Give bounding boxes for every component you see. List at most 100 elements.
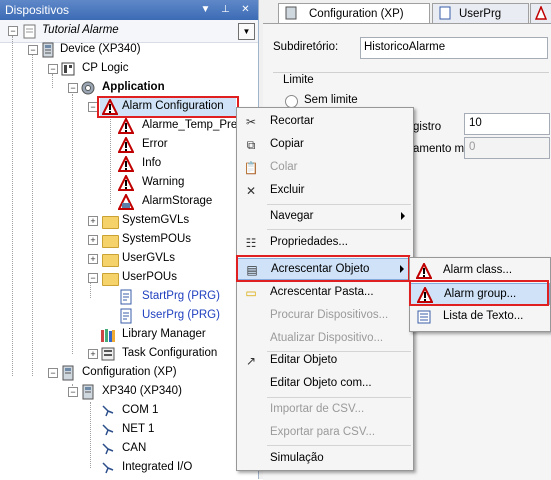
edit-icon: ↗	[245, 354, 257, 368]
tree-node-project[interactable]: − Tutorial Alarme	[4, 22, 244, 40]
pin-icon[interactable]: ⊥	[218, 2, 233, 17]
delete-icon: ✕	[245, 184, 257, 198]
alarm-warning-icon	[118, 137, 134, 153]
tree-node-alarm-configuration[interactable]: − Alarm Configuration	[84, 98, 244, 116]
collapse-icon[interactable]: −	[88, 273, 98, 283]
menu-item-copy[interactable]: ⧉ Copiar	[237, 134, 413, 156]
subdir-field[interactable]: HistoricoAlarme	[360, 37, 548, 59]
tree-node-user-prg[interactable]: UserPrg (PRG)	[118, 307, 238, 325]
alarm-warning-icon	[417, 287, 433, 303]
tree-node-task-configuration[interactable]: + Task Configuration	[84, 345, 244, 363]
collapse-icon[interactable]: −	[68, 387, 78, 397]
tree-node-warning[interactable]: Warning	[118, 174, 238, 192]
tree-node-user-pous[interactable]: − UserPOUs	[84, 269, 244, 287]
menu-item-text-list[interactable]: Lista de Texto...	[410, 306, 550, 328]
tree-label: Integrated I/O	[122, 461, 193, 473]
menu-item-paste[interactable]: 📋 Colar	[237, 157, 413, 179]
tree-node-integrated-io[interactable]: Integrated I/O	[100, 459, 240, 477]
tab-label: UserPrg	[459, 8, 502, 20]
tree-label: COM 1	[122, 404, 159, 416]
menu-item-alarm-group[interactable]: Alarm group...	[410, 283, 550, 305]
menu-item-properties[interactable]: ☷ Propriedades...	[237, 232, 413, 254]
tree-label: Info	[142, 157, 162, 169]
tree-label: Library Manager	[122, 328, 206, 340]
alarm-warning-icon	[416, 263, 432, 279]
menu-label: Procurar Dispositivos...	[270, 309, 389, 321]
port-icon	[102, 462, 114, 474]
text-list-icon	[417, 310, 431, 324]
menu-item-add-object[interactable]: ▤ Acrescentar Objeto	[237, 258, 413, 280]
tab-configuration[interactable]: Configuration (XP)	[278, 3, 430, 24]
tree-node-can[interactable]: CAN	[100, 440, 240, 458]
program-icon	[439, 6, 451, 20]
tree-label: UserPOUs	[122, 271, 177, 283]
tree-label: CAN	[122, 442, 147, 454]
task-icon	[101, 347, 115, 361]
tree-label: SystemGVLs	[122, 214, 190, 226]
menu-item-cut[interactable]: ✂ Recortar	[237, 111, 413, 133]
menu-item-export-csv[interactable]: Exportar para CSV...	[237, 422, 413, 444]
menu-label: Atualizar Dispositivo...	[270, 332, 384, 344]
menu-item-update-device[interactable]: Atualizar Dispositivo...	[237, 328, 413, 350]
collapse-icon[interactable]: −	[8, 26, 18, 36]
tree-node-xp340[interactable]: − XP340 (XP340)	[64, 383, 244, 401]
tree-node-system-gvls[interactable]: + SystemGVLs	[84, 212, 244, 230]
device-icon	[82, 384, 94, 400]
alarm-warning-icon	[118, 156, 134, 172]
collapse-icon[interactable]: −	[88, 102, 98, 112]
tree-node-com1[interactable]: COM 1	[100, 402, 240, 420]
tree-node-configuration[interactable]: − Configuration (XP)	[44, 364, 244, 382]
tree-node-start-prg[interactable]: StartPrg (PRG)	[118, 288, 238, 306]
tree-node-system-pous[interactable]: + SystemPOUs	[84, 231, 244, 249]
tree-label: AlarmStorage	[142, 195, 213, 207]
port-icon	[102, 443, 114, 455]
tree-node-alarm-storage[interactable]: AlarmStorage	[118, 193, 238, 211]
expand-icon[interactable]: +	[88, 235, 98, 245]
folder-icon	[102, 235, 119, 248]
collapse-icon[interactable]: −	[48, 64, 58, 74]
tree-label: CP Logic	[82, 62, 129, 74]
devices-panel: Dispositivos ▼ ⊥ ✕ ▼ − Tutorial Alarme −…	[0, 0, 259, 479]
registro-field[interactable]: 10	[464, 113, 550, 135]
program-icon	[120, 289, 132, 305]
tree-node-device[interactable]: − Device (XP340)	[24, 41, 244, 59]
menu-item-navigate[interactable]: Navegar	[237, 206, 413, 228]
collapse-icon[interactable]: −	[68, 83, 78, 93]
expand-icon[interactable]: +	[88, 254, 98, 264]
amento-field[interactable]: 0	[464, 137, 550, 159]
expand-icon[interactable]: +	[88, 216, 98, 226]
tree-node-user-gvls[interactable]: + UserGVLs	[84, 250, 244, 268]
tree-node-library-manager[interactable]: Library Manager	[100, 326, 240, 344]
registro-label: gistro	[413, 121, 442, 133]
device-icon	[285, 6, 297, 20]
tab-overflow[interactable]	[530, 3, 551, 24]
tree-label: NET 1	[122, 423, 155, 435]
menu-label: Alarm group...	[444, 288, 517, 300]
menu-item-import-csv[interactable]: Importar de CSV...	[237, 399, 413, 421]
tree-node-application[interactable]: − Application	[64, 79, 244, 97]
dropdown-icon[interactable]: ▼	[198, 2, 213, 17]
device-icon	[62, 365, 74, 381]
alarm-warning-icon	[118, 118, 134, 134]
project-icon	[23, 24, 36, 39]
menu-item-edit-object[interactable]: ↗ Editar Objeto	[237, 350, 413, 372]
menu-item-alarm-class[interactable]: Alarm class...	[410, 260, 550, 282]
tree-node-plc-logic[interactable]: − CP Logic	[44, 60, 244, 78]
tree-node-info[interactable]: Info	[118, 155, 238, 173]
tree-node-error[interactable]: Error	[118, 136, 238, 154]
tree-node-net1[interactable]: NET 1	[100, 421, 240, 439]
menu-item-edit-object-with[interactable]: Editar Objeto com...	[237, 373, 413, 395]
menu-item-simulation[interactable]: Simulação	[237, 448, 413, 470]
menu-item-search-devices[interactable]: Procurar Dispositivos...	[237, 305, 413, 327]
folder-icon	[102, 273, 119, 286]
menu-item-add-folder[interactable]: ▭ Acrescentar Pasta...	[237, 282, 413, 304]
collapse-icon[interactable]: −	[48, 368, 58, 378]
tab-userprg[interactable]: UserPrg	[432, 3, 529, 24]
chevron-right-icon	[401, 212, 405, 220]
close-icon[interactable]: ✕	[238, 2, 253, 17]
expand-icon[interactable]: +	[88, 349, 98, 359]
menu-item-delete[interactable]: ✕ Excluir	[237, 180, 413, 202]
tree-label: XP340 (XP340)	[102, 385, 182, 397]
collapse-icon[interactable]: −	[28, 45, 38, 55]
subdir-label: Subdiretório:	[273, 41, 339, 53]
